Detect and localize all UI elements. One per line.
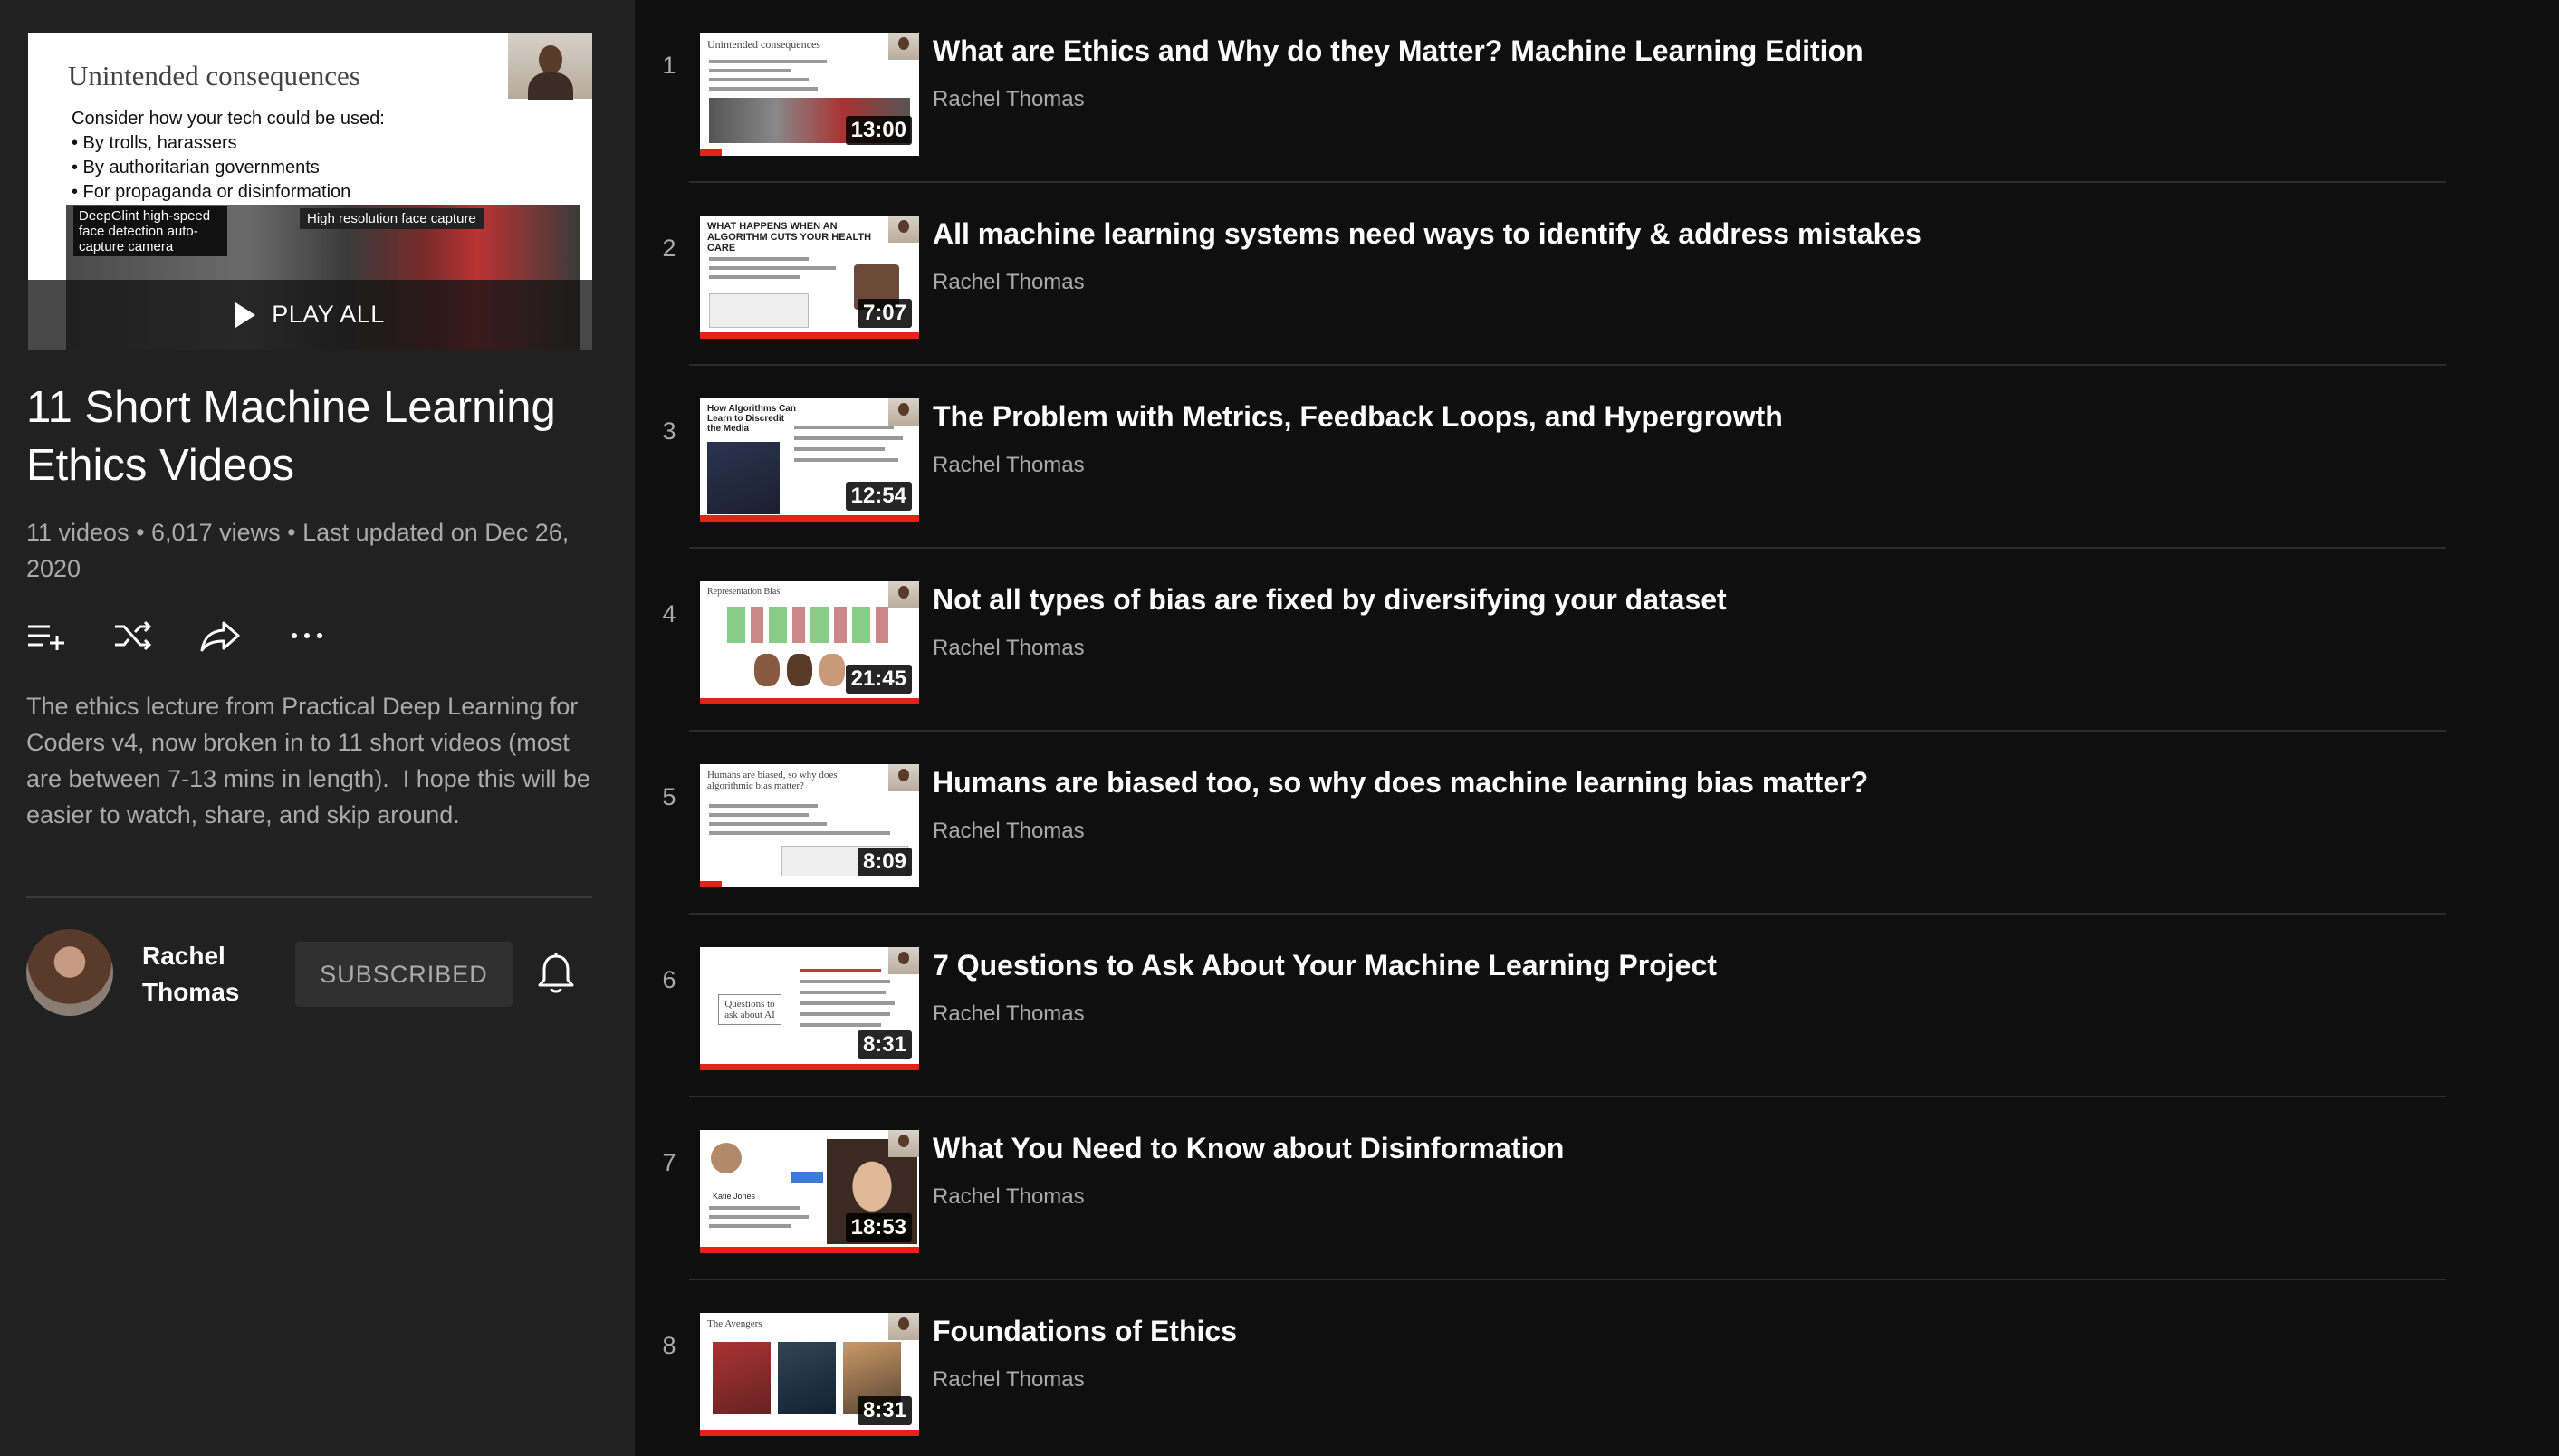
hero-slide-line: Consider how your tech could be used: (72, 109, 385, 129)
thumbnail-slide-text: Questions to ask about AI (718, 994, 781, 1025)
notification-bell-icon[interactable] (536, 951, 576, 996)
thumbnail-slide-text: WHAT HAPPENS WHEN AN ALGORITHM CUTS YOUR… (707, 221, 872, 254)
video-title-link[interactable]: Foundations of Ethics (933, 1311, 1237, 1351)
presenter-webcam (888, 1313, 919, 1340)
hero-slide-caption: High resolution face capture (300, 208, 484, 229)
presenter-webcam (508, 33, 592, 100)
shuffle-icon[interactable] (113, 616, 153, 656)
video-author[interactable]: Rachel Thomas (933, 1367, 1085, 1393)
share-icon[interactable] (200, 616, 240, 656)
video-row[interactable]: 3 How Algorithms Can Learn to Discredit … (635, 366, 2446, 549)
video-title-link[interactable]: 7 Questions to Ask About Your Machine Le… (933, 945, 1717, 985)
playlist-title: 11 Short Machine Learning Ethics Videos (26, 383, 556, 490)
watch-progress-bar (700, 1430, 919, 1436)
presenter-webcam (888, 581, 919, 608)
presenter-webcam (888, 216, 919, 243)
video-author[interactable]: Rachel Thomas (933, 1184, 1085, 1210)
video-duration: 13:00 (845, 116, 912, 145)
video-index: 6 (662, 965, 676, 993)
video-thumbnail[interactable]: Representation Bias 21:45 (700, 581, 919, 704)
thumbnail-slide-text: Humans are biased, so why does algorithm… (707, 770, 838, 791)
thumbnail-slide-text: Unintended consequences (707, 38, 820, 51)
video-thumbnail[interactable]: WHAT HAPPENS WHEN AN ALGORITHM CUTS YOUR… (700, 216, 919, 339)
video-row[interactable]: 8 The Avengers 8:31 Foundations of Ethic… (635, 1280, 2446, 1456)
video-duration: 8:31 (857, 1396, 912, 1425)
video-index: 7 (662, 1148, 676, 1176)
video-duration: 8:09 (857, 848, 912, 876)
video-thumbnail[interactable]: Questions to ask about AI 8:31 (700, 947, 919, 1070)
video-row[interactable]: 4 Representation Bias 21:45 Not all type… (635, 549, 2446, 732)
sidebar-divider (26, 896, 592, 898)
presenter-webcam (888, 947, 919, 974)
thumbnail-slide-text: Katie Jones (713, 1192, 756, 1201)
watch-progress-bar (700, 1247, 919, 1253)
watch-progress-bar (700, 1064, 919, 1070)
play-all-button[interactable]: PLAY ALL (28, 280, 592, 350)
play-all-label: PLAY ALL (272, 301, 385, 328)
watch-progress-bar (700, 515, 919, 522)
video-row[interactable]: 1 Unintended consequences 13:00 What are… (635, 0, 2446, 183)
hero-slide-line: • For propaganda or disinformation (72, 182, 351, 202)
video-index: 3 (662, 417, 676, 445)
video-index: 1 (662, 51, 676, 79)
video-thumbnail[interactable]: Katie Jones 18:53 (700, 1130, 919, 1253)
video-author[interactable]: Rachel Thomas (933, 270, 1085, 295)
video-title-link[interactable]: Not all types of bias are fixed by diver… (933, 580, 1727, 619)
video-duration: 7:07 (857, 299, 912, 328)
video-duration: 12:54 (845, 482, 912, 511)
subscribed-button[interactable]: SUBSCRIBED (295, 942, 513, 1007)
presenter-webcam (888, 398, 919, 426)
video-author[interactable]: Rachel Thomas (933, 87, 1085, 112)
channel-avatar[interactable] (26, 929, 113, 1016)
video-author[interactable]: Rachel Thomas (933, 636, 1085, 661)
video-index: 5 (662, 782, 676, 810)
video-thumbnail[interactable]: How Algorithms Can Learn to Discredit th… (700, 398, 919, 522)
watch-progress-bar (700, 881, 723, 887)
video-title-link[interactable]: What You Need to Know about Disinformati… (933, 1128, 1564, 1168)
hero-slide-caption: DeepGlint high-speed face detection auto… (73, 206, 227, 256)
video-duration: 21:45 (845, 665, 912, 694)
video-row[interactable]: 7 Katie Jones 18:53 What You Need to Kno… (635, 1097, 2446, 1280)
video-index: 8 (662, 1331, 676, 1359)
video-title-link[interactable]: What are Ethics and Why do they Matter? … (933, 31, 1864, 71)
video-index: 2 (662, 234, 676, 262)
presenter-webcam (888, 764, 919, 791)
video-row[interactable]: 2 WHAT HAPPENS WHEN AN ALGORITHM CUTS YO… (635, 183, 2446, 366)
thumbnail-slide-text: The Avengers (707, 1318, 762, 1329)
presenter-webcam (888, 33, 919, 60)
watch-progress-bar (700, 149, 723, 156)
add-to-queue-icon[interactable] (26, 616, 66, 656)
video-author[interactable]: Rachel Thomas (933, 1001, 1085, 1027)
thumbnail-slide-text: How Algorithms Can Learn to Discredit th… (707, 404, 796, 434)
playlist-sidebar: Unintended consequences Consider how you… (0, 0, 635, 1456)
video-title-link[interactable]: The Problem with Metrics, Feedback Loops… (933, 397, 1783, 436)
video-index: 4 (662, 599, 676, 627)
playlist-description: The ethics lecture from Practical Deep L… (26, 693, 598, 829)
video-duration: 8:31 (857, 1030, 912, 1059)
more-icon[interactable] (287, 616, 327, 656)
hero-slide-line: • By trolls, harassers (72, 133, 237, 153)
playlist-actions (26, 616, 327, 656)
playlist-video-list: 1 Unintended consequences 13:00 What are… (635, 0, 2559, 1456)
thumbnail-slide-text: Representation Bias (707, 587, 781, 597)
playlist-hero-thumbnail[interactable]: Unintended consequences Consider how you… (28, 33, 592, 350)
video-author[interactable]: Rachel Thomas (933, 819, 1085, 844)
video-title-link[interactable]: All machine learning systems need ways t… (933, 214, 1922, 254)
video-thumbnail[interactable]: The Avengers 8:31 (700, 1313, 919, 1436)
hero-slide-line: • By authoritarian governments (72, 158, 320, 177)
video-title-link[interactable]: Humans are biased too, so why does machi… (933, 762, 1868, 802)
watch-progress-bar (700, 698, 919, 704)
playlist-stats: 11 videos • 6,017 views • Last updated o… (26, 519, 570, 582)
play-icon (235, 302, 256, 328)
video-thumbnail[interactable]: Humans are biased, so why does algorithm… (700, 764, 919, 887)
hero-slide-title: Unintended consequences (68, 60, 360, 91)
video-duration: 18:53 (845, 1213, 912, 1242)
channel-name-link[interactable]: Rachel Thomas (142, 938, 278, 1011)
presenter-webcam (888, 1130, 919, 1157)
video-author[interactable]: Rachel Thomas (933, 453, 1085, 478)
video-thumbnail[interactable]: Unintended consequences 13:00 (700, 33, 919, 156)
watch-progress-bar (700, 332, 919, 339)
video-row[interactable]: 6 Questions to ask about AI 8:31 7 Quest… (635, 915, 2446, 1097)
video-row[interactable]: 5 Humans are biased, so why does algorit… (635, 732, 2446, 915)
